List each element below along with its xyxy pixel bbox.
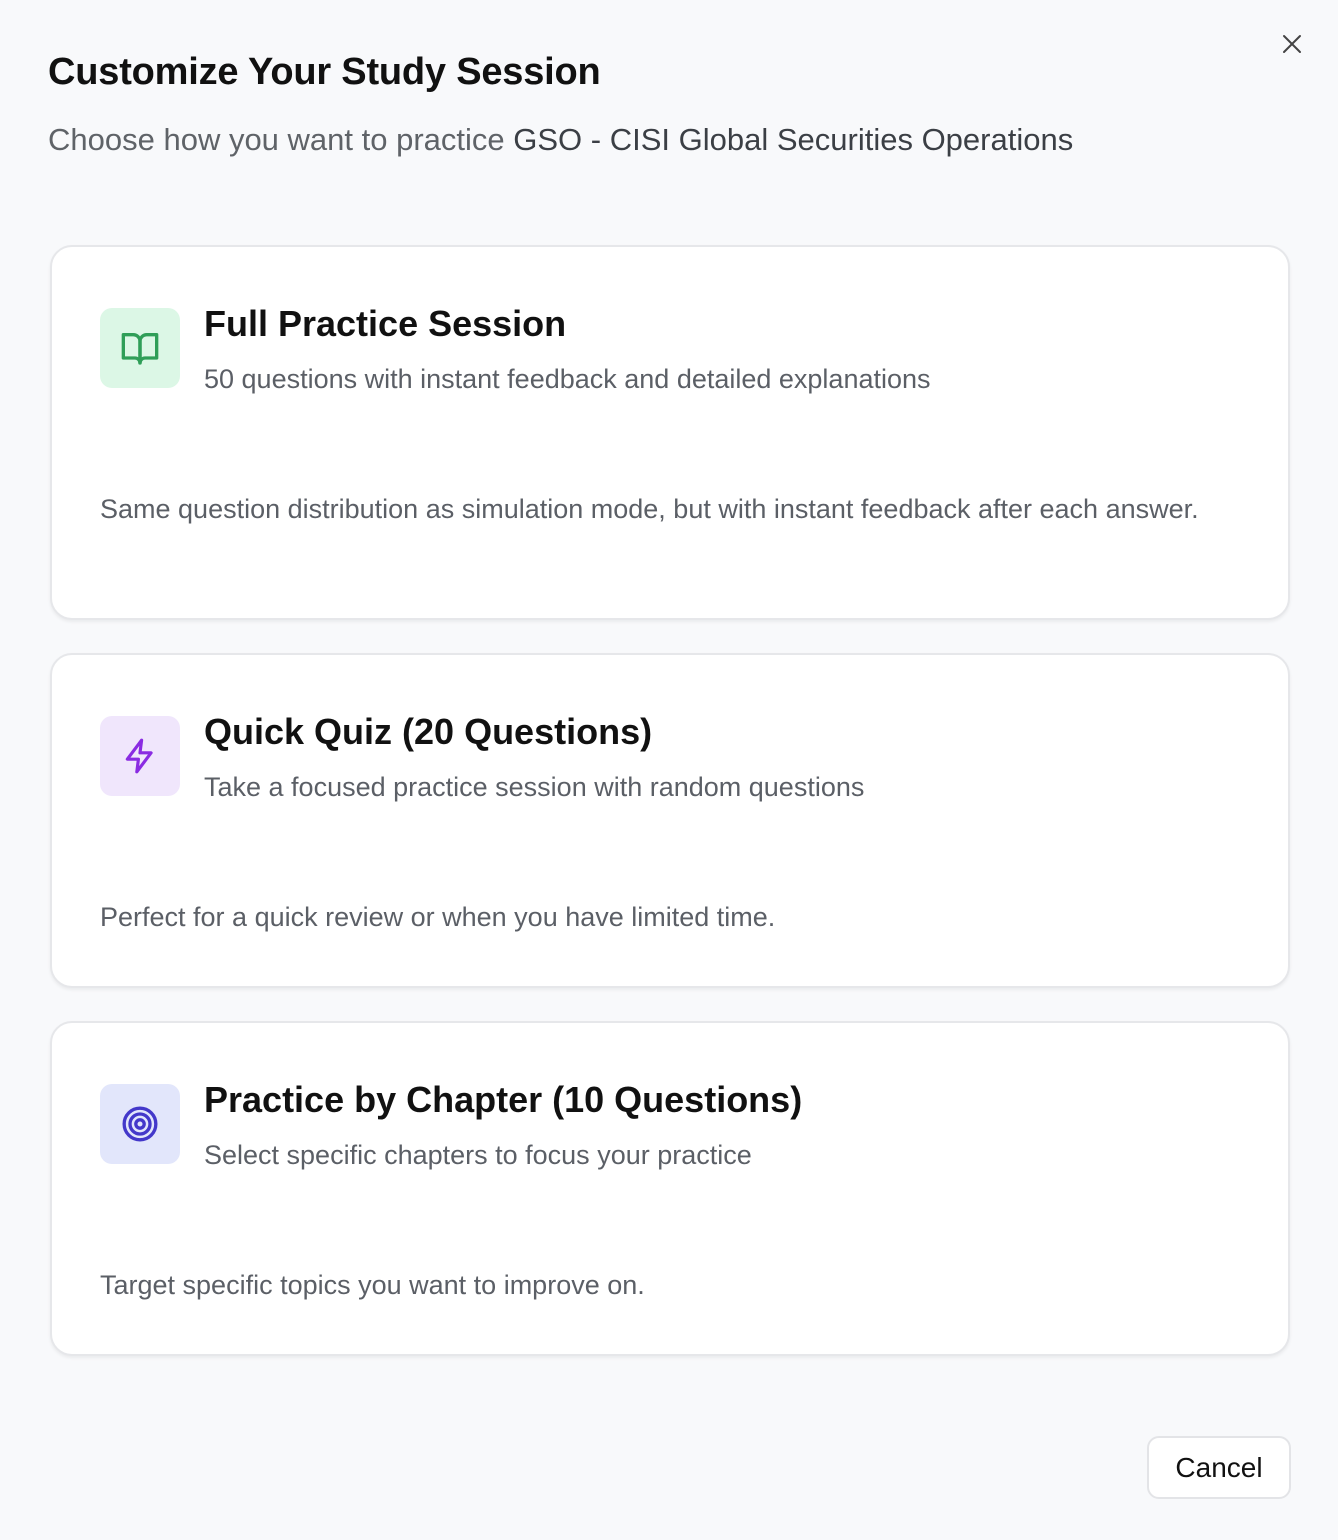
lightning-icon <box>125 738 153 774</box>
option-subtitle: 50 questions with instant feedback and d… <box>204 364 931 394</box>
option-card-practice-by-chapter[interactable]: Practice by Chapter (10 Questions) Selec… <box>50 1021 1290 1356</box>
option-title: Full Practice Session <box>204 303 567 344</box>
option-subtitle: Select specific chapters to focus your p… <box>204 1140 752 1170</box>
option-icon-box <box>100 308 180 388</box>
option-description: Perfect for a quick review or when you h… <box>100 902 776 932</box>
study-session-dialog: Customize Your Study Session Choose how … <box>0 0 1338 1540</box>
option-title: Practice by Chapter (10 Questions) <box>204 1079 803 1120</box>
target-icon <box>122 1106 158 1142</box>
subtitle-prefix: Choose how you want to practice <box>48 122 514 157</box>
close-icon <box>1283 35 1301 53</box>
option-description: Same question distribution as simulation… <box>100 494 1199 524</box>
course-name: GSO - CISI Global Securities Operations <box>513 122 1074 157</box>
option-subtitle: Take a focused practice session with ran… <box>204 772 865 802</box>
option-card-full-practice[interactable]: Full Practice Session 50 questions with … <box>50 245 1290 620</box>
dialog-subtitle: Choose how you want to practice GSO - CI… <box>48 120 1073 160</box>
option-description: Target specific topics you want to impro… <box>100 1270 645 1300</box>
close-button[interactable] <box>1272 24 1312 64</box>
dialog-title: Customize Your Study Session <box>48 51 601 93</box>
cancel-button[interactable]: Cancel <box>1147 1436 1291 1499</box>
option-icon-box <box>100 1084 180 1164</box>
option-title: Quick Quiz (20 Questions) <box>204 711 653 752</box>
option-card-quick-quiz[interactable]: Quick Quiz (20 Questions) Take a focused… <box>50 653 1290 988</box>
option-icon-box <box>100 716 180 796</box>
book-open-icon <box>121 333 159 365</box>
